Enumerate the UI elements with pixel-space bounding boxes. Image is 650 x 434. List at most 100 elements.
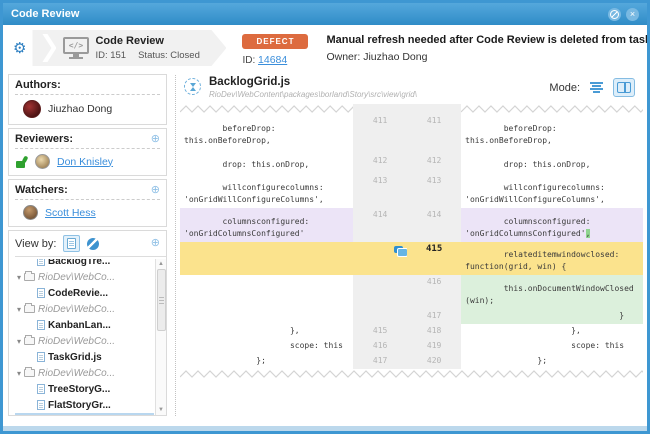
diff-right-lineno: 412 [407,154,461,174]
folder-expander-icon[interactable]: ▾ [17,337,21,346]
diff-left-code [180,309,353,324]
thumbs-up-icon [15,156,28,168]
file-view-toggle-icon[interactable] [63,235,80,252]
watcher-name-link[interactable]: Scott Hess [45,207,96,219]
close-icon[interactable]: × [626,8,639,21]
item-type-label: Code Review [95,35,199,47]
diff-left-code: willconfigurecolumns: 'onGridWillConfigu… [180,174,353,208]
item-status: Status: Closed [138,50,200,61]
reviewer-name-link[interactable]: Don Knisley [57,156,113,168]
defect-id-link[interactable]: 14684 [258,54,287,66]
tree-item[interactable]: ▾ RioDev\WebCo... [15,301,154,317]
diff-right-code: columnsconfigured: 'onGridColumnsConfigu… [461,208,643,242]
diff-left-code: beforeDrop: this.onBeforeDrop, [180,114,353,154]
diff-left-code: columnsconfigured: 'onGridColumnsConfigu… [180,208,353,242]
diff-left-lineno [353,275,407,309]
watchers-label: Watchers: [15,184,68,196]
monitor-code-icon: </> [62,37,89,59]
authors-label: Authors: [15,79,61,91]
diff-left-lineno [353,309,407,324]
tree-item-label: FlatStoryGr... [48,400,111,411]
folder-icon [24,337,35,345]
file-icon [37,259,45,266]
collapsed-region-bottom [180,369,643,379]
avatar [23,205,38,220]
diff-right-code: beforeDrop: this.onBeforeDrop, [461,114,643,154]
file-icon [37,384,45,394]
mode-label: Mode: [549,82,580,94]
diff-left-code: drop: this.onDrop, [180,154,353,174]
pending-hourglass-icon [184,78,201,95]
tree-item[interactable]: ▾ TaskGrid.js [15,349,154,365]
author-name: Jiuzhao Dong [48,103,112,115]
tree-item[interactable]: ▾ RioDev\WebCo... [15,333,154,349]
view-by-section: View by: ⊕ ▾ BacklogTre... ▾ RioDev\WebC… [8,230,167,416]
comment-bubble-icon[interactable] [394,246,403,253]
collapsed-region-top [180,104,353,114]
tree-item-label: RioDev\WebCo... [38,336,115,347]
tree-item[interactable]: ▾ RioDev\WebCo... [15,269,154,285]
folder-expander-icon[interactable]: ▾ [17,369,21,378]
diff-right-code: scope: this [461,339,643,354]
folder-icon [24,273,35,281]
file-icon [37,400,45,410]
tree-item-label: RioDev\WebCo... [38,272,115,283]
gear-icon[interactable]: ⚙ [13,39,26,57]
diff-left-lineno: 411 [353,114,407,154]
changeset-view-icon[interactable] [87,238,99,250]
diff-panel: BacklogGrid.js RioDev\WebContent\package… [176,71,647,420]
diff-right-code: }, [461,324,643,339]
diff-right-lineno: 420 [407,354,461,369]
tree-item-label: RioDev\WebCo... [38,368,115,379]
add-watcher-icon[interactable]: ⊕ [151,185,160,196]
tree-item[interactable]: ▾ BacklogGri... [15,413,154,415]
diff-file-header: BacklogGrid.js RioDev\WebContent\package… [180,73,643,104]
tree-scrollbar[interactable]: ▲ ▼ [155,259,166,415]
view-by-label: View by: [15,238,56,250]
disable-icon[interactable] [608,8,621,21]
scroll-up-icon[interactable]: ▲ [158,259,164,269]
diff-right-code: this.onDocumentWindowClosed (win); [461,275,643,309]
window-title: Code Review [11,8,79,20]
item-id: ID: 151 [95,50,126,61]
defect-summary: Manual refresh needed after Code Review … [326,34,639,46]
diff-left-code [180,275,353,309]
folder-expander-icon[interactable]: ▾ [17,273,21,282]
unified-mode-icon[interactable] [588,80,605,95]
defect-id-label: ID: [242,55,255,66]
tree-item[interactable]: ▾ FlatStoryGr... [15,397,154,413]
chevron-shape [42,34,56,62]
tree-item[interactable]: ▾ CodeRevie... [15,285,154,301]
file-tree: ▾ BacklogTre... ▾ RioDev\WebCo... ▾ Code… [15,259,166,415]
reviewers-label: Reviewers: [15,133,73,145]
tree-item[interactable]: ▾ TreeStoryG... [15,381,154,397]
tree-item[interactable]: ▾ BacklogTre... [15,259,154,269]
diff-right-code: relateditemwindowclosed: function(grid, … [461,242,643,275]
diff-right-lineno: 419 [407,339,461,354]
add-reviewer-icon[interactable]: ⊕ [151,134,160,145]
diff-left-code: }, [180,324,353,339]
avatar [35,154,50,169]
review-header: ⚙ </> Code Review ID: 151 Status: Closed… [3,25,647,71]
side-by-side-mode-icon[interactable] [613,78,635,97]
defect-badge: DEFECT [242,34,308,49]
avatar [23,100,41,118]
tree-item-label: BacklogTre... [48,259,110,267]
diff-left-lineno: 417 [353,354,407,369]
add-file-icon[interactable]: ⊕ [151,238,160,249]
diff-right-lineno: 411 [407,114,461,154]
authors-section: Authors: Jiuzhao Dong [8,74,167,125]
watcher-row: Scott Hess [15,200,160,221]
file-icon [37,320,45,330]
diff-left-code: }; [180,354,353,369]
scroll-down-icon[interactable]: ▼ [158,405,164,415]
tree-item-label: KanbanLan... [48,320,111,331]
file-icon [37,288,45,298]
folder-expander-icon[interactable]: ▾ [17,305,21,314]
diff-left-lineno [353,242,407,275]
scrollbar-thumb[interactable] [157,269,166,331]
diff-right-code: willconfigurecolumns: 'onGridWillConfigu… [461,174,643,208]
tree-item[interactable]: ▾ KanbanLan... [15,317,154,333]
diff-right-code: }; [461,354,643,369]
tree-item[interactable]: ▾ RioDev\WebCo... [15,365,154,381]
